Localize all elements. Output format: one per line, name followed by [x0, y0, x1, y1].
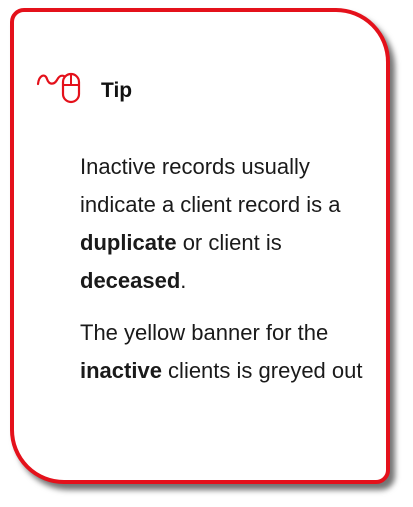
tip-text: .: [180, 268, 187, 293]
tip-body: Inactive records usually indicate a clie…: [80, 148, 380, 390]
tip-text: clients is greyed out: [161, 358, 363, 383]
tip-text: or client is: [176, 230, 282, 255]
tip-title: Tip: [101, 79, 133, 102]
tip-text: The yellow banner for the: [80, 320, 329, 345]
tip-paragraph-2: The yellow banner for the inactive clien…: [80, 314, 380, 390]
tip-paragraph-1: Inactive records usually indicate a clie…: [80, 148, 380, 300]
tip-emphasis-deceased: deceased: [80, 268, 181, 293]
tip-card: Tip Inactive records usually indicate a …: [10, 8, 390, 484]
computer-mouse-icon: [36, 72, 81, 104]
tip-header: Tip: [36, 62, 132, 112]
tip-text: Inactive records usually indicate a clie…: [80, 154, 341, 217]
tip-emphasis-inactive: inactive: [80, 358, 162, 383]
tip-emphasis-duplicate: duplicate: [80, 230, 177, 255]
